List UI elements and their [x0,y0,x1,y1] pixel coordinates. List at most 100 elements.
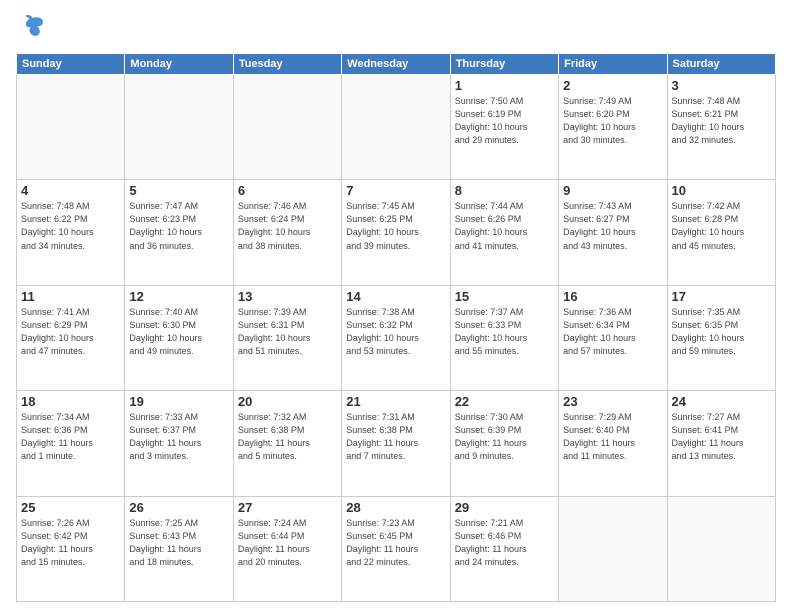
day-info: Sunrise: 7:25 AM Sunset: 6:43 PM Dayligh… [129,517,228,569]
day-info: Sunrise: 7:39 AM Sunset: 6:31 PM Dayligh… [238,306,337,358]
calendar-cell: 16 Sunrise: 7:36 AM Sunset: 6:34 PM Dayli… [559,285,667,390]
day-number: 22 [455,394,554,409]
day-info: Sunrise: 7:36 AM Sunset: 6:34 PM Dayligh… [563,306,662,358]
day-info: Sunrise: 7:23 AM Sunset: 6:45 PM Dayligh… [346,517,445,569]
day-number: 8 [455,183,554,198]
day-info: Sunrise: 7:34 AM Sunset: 6:36 PM Dayligh… [21,411,120,463]
calendar-cell: 2Sunrise: 7:49 AM Sunset: 6:20 PM Daylig… [559,75,667,180]
day-number: 19 [129,394,228,409]
day-number: 12 [129,289,228,304]
calendar-cell: 21 Sunrise: 7:31 AM Sunset: 6:38 PM Dayli… [342,391,450,496]
day-info: Sunrise: 7:50 AM Sunset: 6:19 PM Dayligh… [455,95,554,147]
page: SundayMondayTuesdayWednesdayThursdayFrid… [0,0,792,612]
calendar-week-row: 18 Sunrise: 7:34 AM Sunset: 6:36 PM Dayli… [17,391,776,496]
calendar-week-row: 1Sunrise: 7:50 AM Sunset: 6:19 PM Daylig… [17,75,776,180]
calendar-cell [559,496,667,601]
calendar-cell: 19 Sunrise: 7:33 AM Sunset: 6:37 PM Dayli… [125,391,233,496]
day-number: 14 [346,289,445,304]
day-number: 5 [129,183,228,198]
day-number: 27 [238,500,337,515]
calendar-cell [667,496,775,601]
day-info: Sunrise: 7:40 AM Sunset: 6:30 PM Dayligh… [129,306,228,358]
day-info: Sunrise: 7:47 AM Sunset: 6:23 PM Dayligh… [129,200,228,252]
calendar-cell: 27 Sunrise: 7:24 AM Sunset: 6:44 PM Dayli… [233,496,341,601]
calendar-cell [125,75,233,180]
calendar-cell: 1Sunrise: 7:50 AM Sunset: 6:19 PM Daylig… [450,75,558,180]
day-info: Sunrise: 7:24 AM Sunset: 6:44 PM Dayligh… [238,517,337,569]
calendar-week-row: 4 Sunrise: 7:48 AM Sunset: 6:22 PM Daylig… [17,180,776,285]
calendar-cell [17,75,125,180]
day-info: Sunrise: 7:42 AM Sunset: 6:28 PM Dayligh… [672,200,771,252]
logo-bird-icon [19,12,47,45]
calendar-cell: 18 Sunrise: 7:34 AM Sunset: 6:36 PM Dayli… [17,391,125,496]
weekday-header-cell: Saturday [667,54,775,75]
day-info: Sunrise: 7:32 AM Sunset: 6:38 PM Dayligh… [238,411,337,463]
calendar-body: 1Sunrise: 7:50 AM Sunset: 6:19 PM Daylig… [17,75,776,602]
calendar-cell: 14 Sunrise: 7:38 AM Sunset: 6:32 PM Dayli… [342,285,450,390]
day-number: 20 [238,394,337,409]
calendar-cell: 11 Sunrise: 7:41 AM Sunset: 6:29 PM Dayli… [17,285,125,390]
day-info: Sunrise: 7:31 AM Sunset: 6:38 PM Dayligh… [346,411,445,463]
day-info: Sunrise: 7:43 AM Sunset: 6:27 PM Dayligh… [563,200,662,252]
weekday-header-cell: Friday [559,54,667,75]
calendar-cell: 4 Sunrise: 7:48 AM Sunset: 6:22 PM Daylig… [17,180,125,285]
day-number: 11 [21,289,120,304]
calendar-cell: 13 Sunrise: 7:39 AM Sunset: 6:31 PM Dayli… [233,285,341,390]
day-info: Sunrise: 7:38 AM Sunset: 6:32 PM Dayligh… [346,306,445,358]
day-info: Sunrise: 7:21 AM Sunset: 6:46 PM Dayligh… [455,517,554,569]
calendar-cell: 20 Sunrise: 7:32 AM Sunset: 6:38 PM Dayli… [233,391,341,496]
calendar-cell: 23 Sunrise: 7:29 AM Sunset: 6:40 PM Dayli… [559,391,667,496]
day-number: 16 [563,289,662,304]
day-number: 21 [346,394,445,409]
day-number: 28 [346,500,445,515]
calendar-cell: 28 Sunrise: 7:23 AM Sunset: 6:45 PM Dayli… [342,496,450,601]
day-number: 6 [238,183,337,198]
calendar-cell [233,75,341,180]
calendar-cell: 26 Sunrise: 7:25 AM Sunset: 6:43 PM Dayli… [125,496,233,601]
day-info: Sunrise: 7:27 AM Sunset: 6:41 PM Dayligh… [672,411,771,463]
day-info: Sunrise: 7:37 AM Sunset: 6:33 PM Dayligh… [455,306,554,358]
weekday-header-cell: Thursday [450,54,558,75]
day-number: 25 [21,500,120,515]
day-info: Sunrise: 7:46 AM Sunset: 6:24 PM Dayligh… [238,200,337,252]
header [16,12,776,45]
day-number: 3 [672,78,771,93]
calendar-cell: 25 Sunrise: 7:26 AM Sunset: 6:42 PM Dayli… [17,496,125,601]
weekday-header-cell: Monday [125,54,233,75]
calendar-cell: 5 Sunrise: 7:47 AM Sunset: 6:23 PM Daylig… [125,180,233,285]
day-number: 10 [672,183,771,198]
weekday-header-cell: Wednesday [342,54,450,75]
day-number: 9 [563,183,662,198]
day-info: Sunrise: 7:44 AM Sunset: 6:26 PM Dayligh… [455,200,554,252]
day-info: Sunrise: 7:33 AM Sunset: 6:37 PM Dayligh… [129,411,228,463]
day-info: Sunrise: 7:41 AM Sunset: 6:29 PM Dayligh… [21,306,120,358]
day-number: 13 [238,289,337,304]
day-info: Sunrise: 7:35 AM Sunset: 6:35 PM Dayligh… [672,306,771,358]
calendar-week-row: 25 Sunrise: 7:26 AM Sunset: 6:42 PM Dayli… [17,496,776,601]
calendar-cell: 9 Sunrise: 7:43 AM Sunset: 6:27 PM Daylig… [559,180,667,285]
calendar-cell: 3Sunrise: 7:48 AM Sunset: 6:21 PM Daylig… [667,75,775,180]
calendar-cell: 6 Sunrise: 7:46 AM Sunset: 6:24 PM Daylig… [233,180,341,285]
day-info: Sunrise: 7:45 AM Sunset: 6:25 PM Dayligh… [346,200,445,252]
weekday-header-cell: Tuesday [233,54,341,75]
day-number: 4 [21,183,120,198]
calendar-week-row: 11 Sunrise: 7:41 AM Sunset: 6:29 PM Dayli… [17,285,776,390]
calendar-cell: 12 Sunrise: 7:40 AM Sunset: 6:30 PM Dayli… [125,285,233,390]
calendar-cell: 10 Sunrise: 7:42 AM Sunset: 6:28 PM Dayli… [667,180,775,285]
day-info: Sunrise: 7:29 AM Sunset: 6:40 PM Dayligh… [563,411,662,463]
day-info: Sunrise: 7:48 AM Sunset: 6:22 PM Dayligh… [21,200,120,252]
day-info: Sunrise: 7:30 AM Sunset: 6:39 PM Dayligh… [455,411,554,463]
calendar-cell: 17 Sunrise: 7:35 AM Sunset: 6:35 PM Dayli… [667,285,775,390]
calendar-cell: 29Sunrise: 7:21 AM Sunset: 6:46 PM Dayli… [450,496,558,601]
calendar-cell: 22 Sunrise: 7:30 AM Sunset: 6:39 PM Dayli… [450,391,558,496]
day-number: 2 [563,78,662,93]
day-info: Sunrise: 7:26 AM Sunset: 6:42 PM Dayligh… [21,517,120,569]
day-number: 26 [129,500,228,515]
day-number: 17 [672,289,771,304]
day-number: 24 [672,394,771,409]
calendar-cell: 24 Sunrise: 7:27 AM Sunset: 6:41 PM Dayli… [667,391,775,496]
day-number: 18 [21,394,120,409]
calendar-cell [342,75,450,180]
calendar-table: SundayMondayTuesdayWednesdayThursdayFrid… [16,53,776,602]
day-number: 23 [563,394,662,409]
